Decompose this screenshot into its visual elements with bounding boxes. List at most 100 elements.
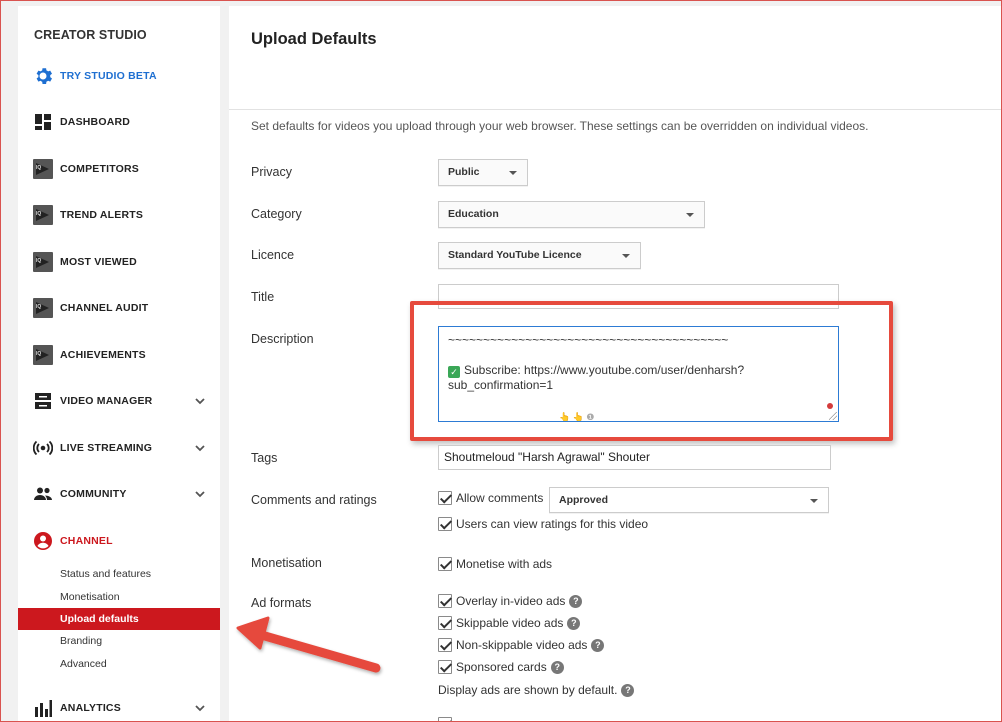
- iq-text: IQ: [36, 211, 42, 217]
- sidebar-item-community[interactable]: COMMUNITY: [18, 479, 220, 509]
- creator-studio-title: CREATOR STUDIO: [34, 28, 147, 42]
- highlight-box-annotation: [410, 301, 893, 441]
- sponsored-cards-label: Sponsored cards: [456, 660, 547, 674]
- sidebar: CREATOR STUDIO TRY STUDIO BETA DASHBOARD…: [18, 6, 220, 722]
- comments-approval-value: Approved: [559, 494, 609, 506]
- sidebar-item-dashboard[interactable]: DASHBOARD: [18, 107, 220, 137]
- licence-select[interactable]: Standard YouTube Licence: [438, 242, 641, 269]
- allow-comments-row[interactable]: Allow comments: [438, 491, 543, 505]
- help-icon[interactable]: ?: [567, 616, 581, 630]
- title-label: Title: [251, 290, 275, 304]
- video-manager-icon: [33, 391, 53, 411]
- intro-text: Set defaults for videos you upload throu…: [251, 119, 869, 133]
- help-icon[interactable]: ?: [569, 594, 583, 608]
- help-icon[interactable]: ?: [621, 684, 635, 697]
- vidiq-icon: IQ: [33, 252, 53, 272]
- sidebar-item-channel-audit[interactable]: IQ CHANNEL AUDIT: [18, 293, 220, 323]
- tags-input[interactable]: Shoutmeloud "Harsh Agrawal" Shouter: [438, 445, 831, 470]
- vidiq-icon: IQ: [33, 159, 53, 179]
- non-skippable-ads-checkbox[interactable]: [438, 638, 452, 652]
- chevron-down-icon[interactable]: [194, 488, 206, 500]
- vidiq-icon: IQ: [33, 205, 53, 225]
- help-icon[interactable]: ?: [550, 660, 564, 674]
- caret-down-icon: [810, 499, 818, 503]
- iq-text: IQ: [36, 351, 42, 357]
- vidiq-icon: IQ: [33, 298, 53, 318]
- sponsored-cards-checkbox[interactable]: [438, 660, 452, 674]
- privacy-label: Privacy: [251, 165, 292, 179]
- sidebar-item-label: TREND ALERTS: [60, 209, 144, 221]
- chevron-down-icon[interactable]: [194, 395, 206, 407]
- ad-format-nonskippable-row[interactable]: Non-skippable video ads ?: [438, 638, 605, 652]
- dashboard-icon: [33, 112, 53, 132]
- chevron-down-icon[interactable]: [194, 442, 206, 454]
- sidebar-item-label: CHANNEL: [60, 535, 113, 547]
- community-icon: [33, 484, 53, 504]
- channel-sub-status-and-features[interactable]: Status and features: [18, 563, 220, 585]
- ad-format-skippable-row[interactable]: Skippable video ads ?: [438, 616, 581, 630]
- iq-text: IQ: [36, 258, 42, 264]
- page-title: Upload Defaults: [251, 30, 377, 48]
- channel-sub-branding[interactable]: Branding: [18, 630, 220, 652]
- red-arrow-annotation: [236, 616, 381, 673]
- sidebar-item-label: MOST VIEWED: [60, 256, 137, 268]
- caret-down-icon: [509, 171, 517, 175]
- help-icon[interactable]: ?: [591, 638, 605, 652]
- allow-comments-checkbox[interactable]: [438, 491, 452, 505]
- sidebar-item-label: ANALYTICS: [60, 702, 121, 714]
- sidebar-item-most-viewed[interactable]: IQ MOST VIEWED: [18, 247, 220, 277]
- sidebar-item-live-streaming[interactable]: LIVE STREAMING: [18, 433, 220, 463]
- monetise-label: Monetise with ads: [456, 557, 553, 571]
- ad-formats-label: Ad formats: [251, 596, 312, 610]
- licence-value: Standard YouTube Licence: [448, 249, 582, 261]
- category-select[interactable]: Education: [438, 201, 705, 228]
- non-skippable-ads-label: Non-skippable video ads: [456, 638, 588, 652]
- channel-sub-monetisation[interactable]: Monetisation: [18, 586, 220, 608]
- caret-down-icon: [686, 213, 694, 217]
- sidebar-item-video-manager[interactable]: VIDEO MANAGER: [18, 386, 220, 416]
- ad-format-overlay-row[interactable]: Overlay in-video ads ?: [438, 594, 583, 608]
- category-label: Category: [251, 207, 302, 221]
- sidebar-item-label: COMPETITORS: [60, 163, 140, 175]
- tags-label: Tags: [251, 451, 278, 465]
- channel-sub-advanced[interactable]: Advanced: [18, 653, 220, 675]
- comments-ratings-label: Comments and ratings: [251, 493, 377, 507]
- description-label: Description: [251, 332, 314, 346]
- comments-approval-select[interactable]: Approved: [549, 487, 829, 513]
- iq-text: IQ: [36, 165, 42, 171]
- sidebar-item-channel[interactable]: CHANNEL: [18, 526, 220, 556]
- sidebar-item-label: CHANNEL AUDIT: [60, 302, 149, 314]
- vidiq-icon: IQ: [33, 345, 53, 365]
- monetise-row[interactable]: Monetise with ads: [438, 557, 552, 571]
- privacy-select[interactable]: Public: [438, 159, 528, 186]
- licence-label: Licence: [251, 248, 295, 262]
- sidebar-item-label: VIDEO MANAGER: [60, 395, 153, 407]
- overlay-ads-checkbox[interactable]: [438, 594, 452, 608]
- skippable-ads-label: Skippable video ads: [456, 616, 564, 630]
- caret-down-icon: [622, 254, 630, 258]
- view-ratings-checkbox[interactable]: [438, 517, 452, 531]
- privacy-value: Public: [448, 166, 480, 178]
- partial-checkbox[interactable]: [438, 717, 452, 722]
- try-studio-beta-link[interactable]: TRY STUDIO BETA: [18, 61, 220, 91]
- sidebar-item-analytics[interactable]: ANALYTICS: [18, 693, 220, 722]
- analytics-icon: [33, 698, 53, 718]
- sidebar-item-label: COMMUNITY: [60, 488, 127, 500]
- sidebar-item-competitors[interactable]: IQ COMPETITORS: [18, 154, 220, 184]
- view-ratings-row[interactable]: Users can view ratings for this video: [438, 517, 648, 531]
- monetise-checkbox[interactable]: [438, 557, 452, 571]
- sidebar-item-label: ACHIEVEMENTS: [60, 349, 146, 361]
- skippable-ads-checkbox[interactable]: [438, 616, 452, 630]
- chevron-down-icon[interactable]: [194, 702, 206, 714]
- try-studio-beta-label: TRY STUDIO BETA: [60, 70, 157, 82]
- sidebar-item-trend-alerts[interactable]: IQ TREND ALERTS: [18, 200, 220, 230]
- header-divider: [229, 109, 1002, 110]
- sidebar-item-achievements[interactable]: IQ ACHIEVEMENTS: [18, 340, 220, 370]
- sidebar-item-label: DASHBOARD: [60, 116, 131, 128]
- monetisation-label: Monetisation: [251, 556, 322, 570]
- channel-sub-upload-defaults[interactable]: Upload defaults: [18, 608, 220, 630]
- gear-icon: [33, 66, 53, 86]
- display-ads-note-text: Display ads are shown by default.: [438, 683, 618, 697]
- live-streaming-icon: [33, 438, 53, 458]
- ad-format-sponsored-row[interactable]: Sponsored cards ?: [438, 660, 564, 674]
